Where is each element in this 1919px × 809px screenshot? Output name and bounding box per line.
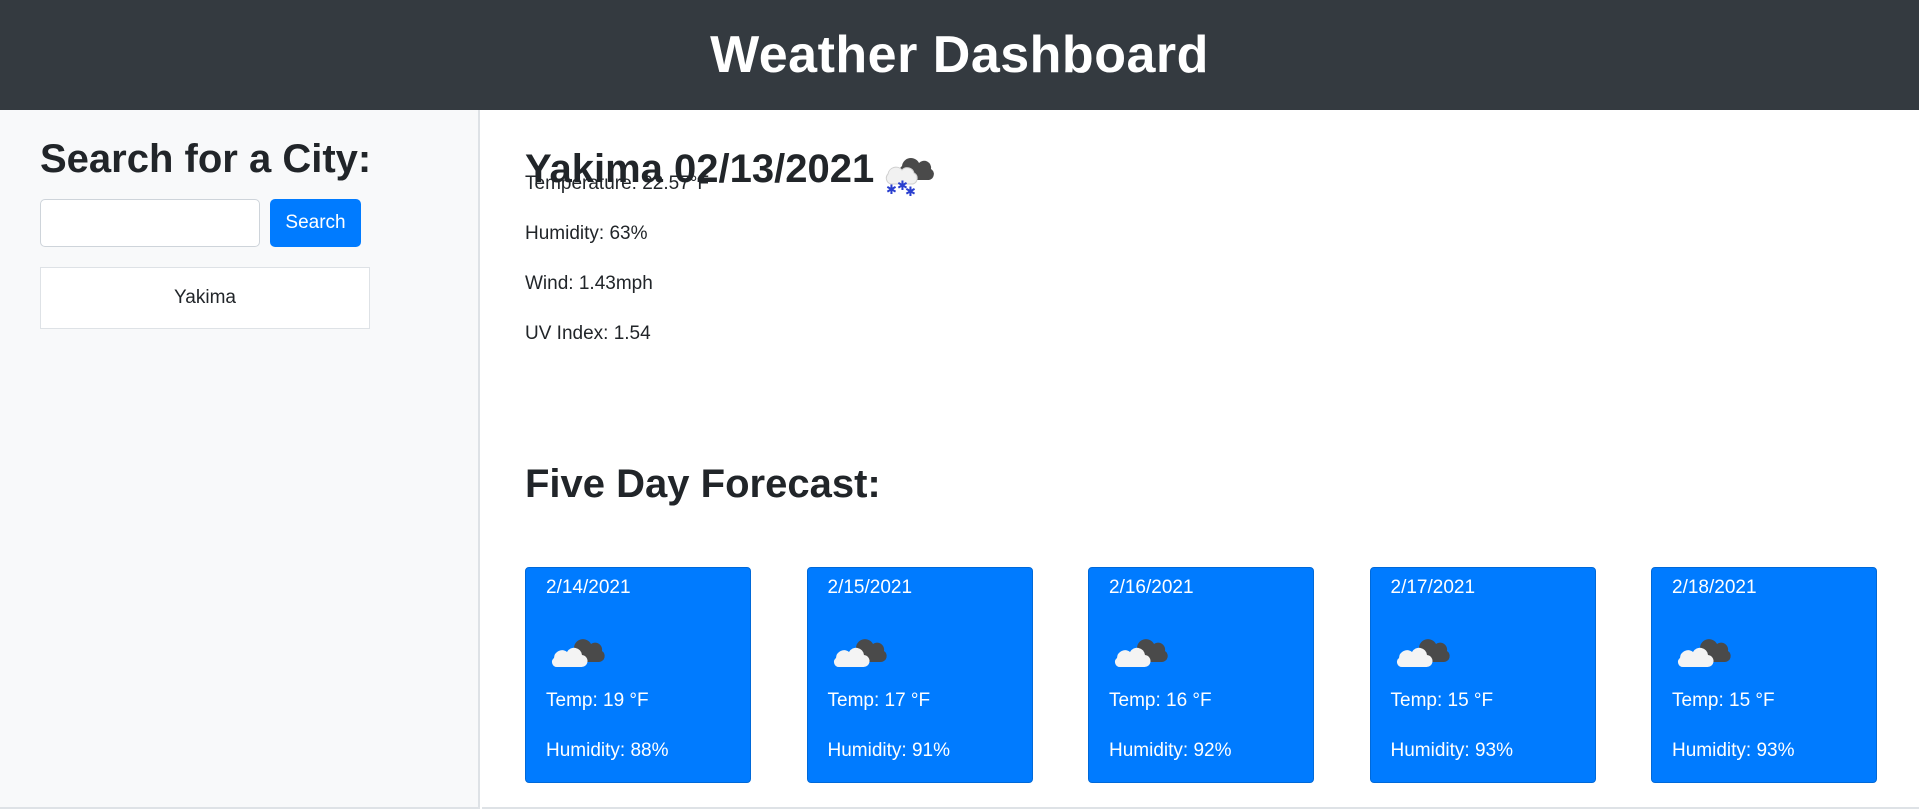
- forecast-humidity: Humidity: 88%: [546, 740, 669, 761]
- forecast-humidity: Humidity: 93%: [1672, 740, 1795, 761]
- forecast-humidity: Humidity: 93%: [1390, 740, 1514, 761]
- page-header: Weather Dashboard: [0, 0, 1919, 110]
- forecast-card: 2/17/2021 Temp: 15 °F Humidity: 93%: [1369, 567, 1596, 783]
- forecast-card: 2/18/2021 Temp: 15 °F Humidity: 93%: [1651, 567, 1877, 783]
- forecast-date: 2/18/2021: [1672, 577, 1757, 598]
- forecast-temp: Temp: 19 °F: [546, 690, 649, 711]
- forecast-heading: Five Day Forecast:: [525, 462, 881, 506]
- current-humidity: Humidity: 63%: [525, 223, 648, 244]
- forecast-humidity: Humidity: 92%: [1109, 740, 1232, 761]
- forecast-card: 2/15/2021 Temp: 17 °F Humidity: 91%: [806, 567, 1033, 783]
- current-temperature: Temperature: 22.57°F: [525, 173, 709, 194]
- forecast-temp: Temp: 17 °F: [827, 690, 931, 711]
- snow-cloud-icon: ✱ ✱ ✱: [886, 158, 935, 198]
- city-search-input[interactable]: [40, 199, 260, 247]
- forecast-date: 2/17/2021: [1390, 577, 1476, 598]
- search-history-list: Yakima: [40, 267, 370, 329]
- current-uv-index: UV Index: 1.54: [525, 323, 651, 344]
- svg-text:✱: ✱: [905, 185, 916, 198]
- svg-text:✱: ✱: [886, 183, 897, 198]
- cloud-icon: [1678, 639, 1731, 668]
- cloud-icon: [1396, 639, 1450, 668]
- main-content: Yakima 02/13/2021 ✱ ✱ ✱ Temperature: 22.…: [482, 110, 1919, 809]
- current-wind: Wind: 1.43mph: [525, 273, 653, 294]
- forecast-temp: Temp: 15 °F: [1672, 690, 1775, 711]
- search-button[interactable]: Search: [270, 199, 361, 247]
- cloud-icon: [833, 639, 887, 668]
- history-item-yakima[interactable]: Yakima: [40, 267, 370, 329]
- history-item-label: Yakima: [174, 287, 236, 308]
- forecast-cards: 2/14/2021 Temp: 19 °F Humidity: 88% 2/15…: [525, 567, 1877, 783]
- forecast-card: 2/16/2021 Temp: 16 °F Humidity: 92%: [1088, 567, 1314, 783]
- cloud-icon: [1115, 639, 1168, 668]
- cloud-icon: [552, 639, 605, 668]
- search-heading: Search for a City:: [40, 137, 372, 181]
- forecast-date: 2/14/2021: [546, 577, 631, 598]
- forecast-temp: Temp: 16 °F: [1109, 690, 1212, 711]
- page-title: Weather Dashboard: [710, 26, 1209, 84]
- forecast-card: 2/14/2021 Temp: 19 °F Humidity: 88%: [525, 567, 751, 783]
- sidebar: Search for a City: Search Yakima: [0, 110, 480, 809]
- forecast-temp: Temp: 15 °F: [1390, 690, 1494, 711]
- forecast-humidity: Humidity: 91%: [827, 740, 951, 761]
- forecast-date: 2/16/2021: [1109, 577, 1194, 598]
- forecast-date: 2/15/2021: [827, 577, 913, 598]
